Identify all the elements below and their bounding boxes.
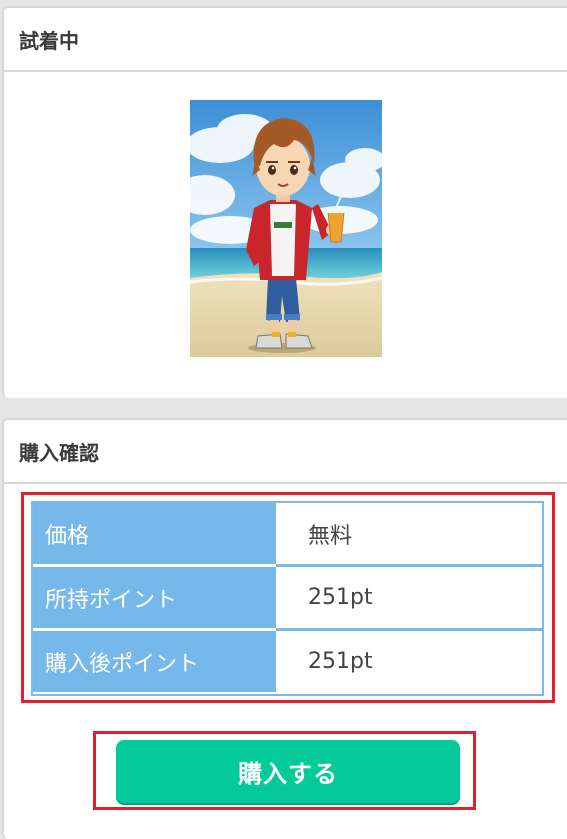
price-info-table: 価格 無料 所持ポイント 251pt 購入後ポイント 251pt: [31, 501, 544, 696]
purchase-confirm-title: 購入確認: [4, 420, 567, 484]
owned-points-value: 251pt: [308, 585, 373, 610]
price-value: 無料: [308, 523, 353, 549]
avatar-preview-image: [190, 100, 382, 357]
buy-button[interactable]: 購入する: [116, 740, 460, 803]
points-after-purchase-value: 251pt: [308, 649, 373, 674]
tryon-title: 試着中: [4, 8, 567, 72]
price-row: 価格 無料: [33, 503, 542, 564]
owned-points-label: 所持ポイント: [33, 567, 276, 628]
price-label: 価格: [33, 503, 276, 564]
points-after-purchase-row: 購入後ポイント 251pt: [33, 631, 542, 692]
points-after-purchase-label: 購入後ポイント: [33, 631, 276, 692]
owned-points-row: 所持ポイント 251pt: [33, 567, 542, 628]
